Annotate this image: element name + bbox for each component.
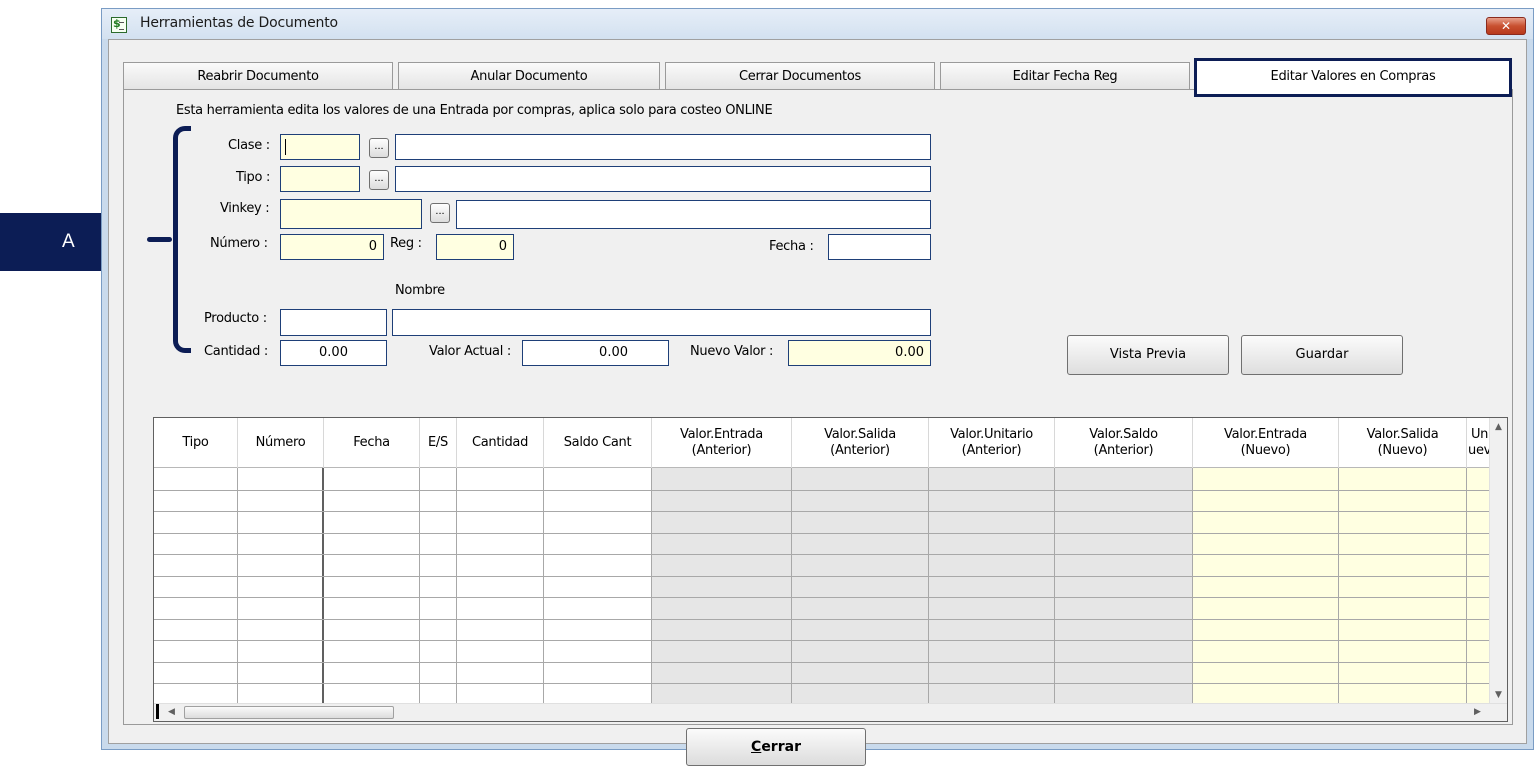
nombre-field[interactable] [392,309,931,336]
column-header-saldo-cant[interactable]: Saldo Cant [544,418,652,468]
table-row-separator [154,661,1491,663]
nuevo-valor-label: Nuevo Valor : [690,344,774,359]
tab-anular-documento[interactable]: Anular Documento [398,62,660,89]
column-header-unitario-nuevo[interactable]: Un uev [1467,418,1491,468]
numero-label: Número : [210,236,268,251]
clase-lookup-button[interactable]: ... [369,138,389,158]
scroll-right-arrow-icon[interactable]: ▶ [1474,707,1481,717]
table-row-separator [154,554,1491,555]
values-grid[interactable]: Tipo Número Fecha E/S Cantidad Saldo Can… [153,417,1508,722]
current-row-marker [156,704,159,719]
clase-label: Clase : [228,138,270,153]
column-header-cantidad[interactable]: Cantidad [457,418,544,468]
column-header-valor-unitario-anterior[interactable]: Valor.Unitario (Anterior) [929,418,1055,468]
reg-input[interactable]: 0 [436,234,514,260]
column-valor-saldo-anterior [1055,468,1193,704]
scroll-up-arrow-icon[interactable]: ▲ [1495,422,1502,432]
column-header-valor-saldo-anterior[interactable]: Valor.Saldo (Anterior) [1055,418,1193,468]
scroll-left-arrow-icon[interactable]: ◀ [168,707,175,717]
nuevo-valor-input[interactable]: 0.00 [788,340,931,366]
table-row-separator [154,489,1491,491]
reg-label: Reg : [390,236,422,251]
tab-panel-editar-valores: Esta herramienta edita los valores de un… [123,89,1513,725]
table-row-separator [154,640,1491,641]
table-row-separator [154,597,1491,598]
cantidad-label: Cantidad : [204,344,268,359]
cantidad-field[interactable]: 0.00 [280,340,387,366]
column-header-valor-salida-nuevo[interactable]: Valor.Salida (Nuevo) [1339,418,1467,468]
tab-editar-fecha-reg[interactable]: Editar Fecha Reg [940,62,1190,89]
tab-cerrar-documentos[interactable]: Cerrar Documentos [665,62,935,89]
column-cantidad [457,468,544,704]
vertical-scrollbar[interactable]: ▲ ▼ [1489,418,1507,705]
producto-label: Producto : [204,311,267,326]
column-valor-entrada-anterior [652,468,792,704]
tipo-lookup-button[interactable]: ... [369,170,389,190]
column-header-valor-entrada-anterior[interactable]: Valor.Entrada (Anterior) [652,418,792,468]
tab-editar-valores-en-compras[interactable]: Editar Valores en Compras [1194,58,1512,97]
column-header-valor-salida-anterior[interactable]: Valor.Salida (Anterior) [792,418,929,468]
description-text: Esta herramienta edita los valores de un… [176,103,773,118]
column-saldo-cant [544,468,652,704]
column-fecha [324,468,420,704]
callout-label: A [62,231,75,252]
vinkey-label: Vinkey : [220,201,270,216]
scroll-down-arrow-icon[interactable]: ▼ [1495,690,1502,700]
column-header-numero[interactable]: Número [238,418,324,468]
table-row-separator [154,532,1491,534]
column-valor-salida-nuevo [1339,468,1467,704]
horizontal-scrollbar[interactable]: ◀ ▶ [154,703,1507,721]
column-numero [238,468,324,704]
table-row-separator [154,575,1491,577]
title-bar: Herramientas de Documento ✕ [102,9,1533,39]
tools-window: Herramientas de Documento ✕ Reabrir Docu… [101,8,1534,766]
column-header-fecha[interactable]: Fecha [324,418,420,468]
valor-actual-label: Valor Actual : [429,344,511,359]
close-window-button[interactable]: ✕ [1486,17,1526,35]
bracket-tip [147,237,172,242]
tipo-label: Tipo : [236,170,271,185]
nombre-label: Nombre [395,283,445,298]
column-valor-salida-anterior [792,468,929,704]
table-row-separator [154,618,1491,620]
cerrar-mnemonic: C [751,739,762,755]
fecha-input[interactable] [828,234,931,260]
cerrar-label: errar [761,739,801,755]
column-valor-unitario-anterior [929,468,1055,704]
column-unitario-nuevo [1467,468,1491,704]
window-title: Herramientas de Documento [140,15,338,31]
vinkey-lookup-button[interactable]: ... [430,203,450,223]
fecha-label: Fecha : [769,239,814,254]
valor-actual-field[interactable]: 0.00 [522,340,669,366]
vista-previa-button[interactable]: Vista Previa [1067,335,1229,375]
horizontal-scroll-thumb[interactable] [184,706,394,719]
tab-reabrir-documento[interactable]: Reabrir Documento [123,62,393,89]
column-es [420,468,457,704]
table-row-separator [154,683,1491,684]
tipo-description-field[interactable] [395,166,931,192]
clase-input[interactable] [280,134,360,160]
producto-input[interactable] [280,309,387,336]
document-icon [111,17,127,33]
cerrar-button[interactable]: Cerrar [686,728,866,766]
vinkey-input[interactable] [280,199,422,229]
window-content: Reabrir Documento Anular Documento Cerra… [108,39,1527,766]
text-caret [285,139,286,155]
table-row-separator [154,511,1491,512]
vinkey-description-field[interactable] [456,200,931,229]
tipo-input[interactable] [280,166,360,192]
numero-input[interactable]: 0 [280,234,384,260]
grid-header: Tipo Número Fecha E/S Cantidad Saldo Can… [154,418,1507,468]
clase-description-field[interactable] [395,134,931,160]
form-bracket [173,126,191,353]
column-header-es[interactable]: E/S [420,418,457,468]
column-tipo [154,468,238,704]
column-valor-entrada-nuevo [1193,468,1339,704]
column-header-valor-entrada-nuevo[interactable]: Valor.Entrada (Nuevo) [1193,418,1339,468]
column-header-tipo[interactable]: Tipo [154,418,238,468]
guardar-button[interactable]: Guardar [1241,335,1403,375]
